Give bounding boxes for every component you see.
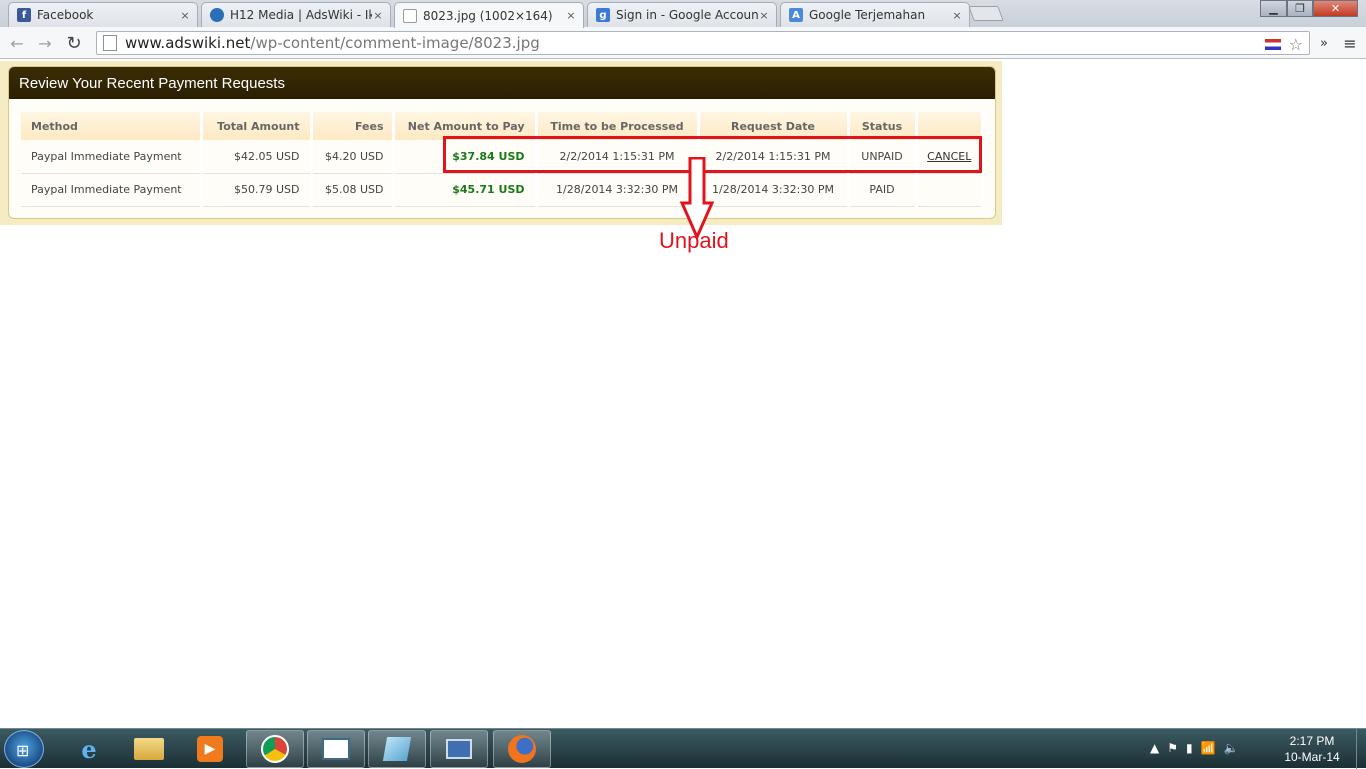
forward-button[interactable]: → — [34, 32, 56, 54]
reload-button[interactable]: ↻ — [63, 32, 85, 54]
column-header: Method — [21, 112, 203, 140]
cell-time-processed: 1/28/2014 3:32:30 PM — [536, 173, 700, 207]
minimize-button[interactable]: ▁ — [1260, 0, 1287, 17]
cell-fees: $5.08 USD — [311, 173, 395, 207]
file-explorer-icon[interactable] — [120, 730, 178, 768]
close-icon[interactable]: × — [951, 9, 963, 22]
tab-google-sign-in[interactable]: g Sign in - Google Accounts × — [587, 2, 777, 27]
notes-app-icon[interactable] — [368, 730, 426, 768]
cell-method: Paypal Immediate Payment — [21, 140, 203, 174]
start-button[interactable]: ⊞ — [4, 730, 44, 768]
volume-icon[interactable]: 🔈 — [1224, 741, 1239, 755]
tab-8023-jpg[interactable]: 8023.jpg (1002×164) × — [394, 2, 584, 28]
cell-total: $50.79 USD — [201, 173, 313, 207]
tab-label: Facebook — [37, 8, 94, 22]
network-signal-icon[interactable]: 📶 — [1201, 741, 1216, 755]
close-icon[interactable]: × — [565, 9, 577, 22]
reload-icon: ↻ — [66, 32, 82, 54]
extensions-overflow-button[interactable]: » — [1313, 32, 1335, 54]
tab-label: 8023.jpg (1002×164) — [423, 8, 553, 23]
windows-taskbar: ⊞ e ▶ ▲ ⚑ ▮ 📶 🔈 2:17 PM 10-Mar-14 — [0, 728, 1366, 769]
tab-label: H12 Media | AdsWiki - Ikla — [230, 8, 372, 22]
windows-logo-icon: ⊞ — [16, 741, 30, 760]
column-header: Fees — [311, 112, 395, 140]
globe-icon — [210, 8, 224, 22]
down-arrow-annotation — [680, 157, 714, 239]
window-app-icon[interactable] — [307, 730, 365, 768]
power-icon[interactable]: ▮ — [1186, 741, 1193, 755]
address-bar[interactable]: www.adswiki.net/wp-content/comment-image… — [96, 31, 1310, 55]
remote-desktop-icon[interactable] — [430, 730, 488, 768]
cell-fees: $4.20 USD — [311, 140, 395, 174]
facebook-icon: f — [17, 8, 31, 22]
cell-action — [916, 173, 984, 207]
page-icon — [103, 35, 117, 51]
url-path: /wp-content/comment-image/8023.jpg — [250, 34, 540, 52]
unpaid-annotation-label: Unpaid — [659, 228, 729, 253]
close-icon[interactable]: × — [758, 9, 770, 22]
chrome-menu-button[interactable]: ≡ — [1339, 32, 1361, 54]
translate-icon: A — [789, 8, 803, 22]
chrome-icon[interactable] — [246, 730, 304, 768]
cell-net-amount: $45.71 USD — [393, 173, 538, 207]
cell-request-date: 1/28/2014 3:32:30 PM — [698, 173, 850, 207]
forward-arrow-icon: → — [38, 33, 52, 53]
show-hidden-icons-icon[interactable]: ▲ — [1150, 741, 1159, 755]
tab-label: Sign in - Google Accounts — [616, 8, 758, 22]
page-icon — [403, 8, 417, 23]
internet-explorer-icon[interactable]: e — [60, 730, 118, 768]
tab-label: Google Terjemahan — [809, 8, 926, 22]
url-host: www.adswiki.net — [125, 34, 251, 52]
maximize-button[interactable]: ❐ — [1287, 0, 1313, 17]
tab-h12-media[interactable]: H12 Media | AdsWiki - Ikla × — [201, 2, 391, 27]
flag-extension-icon[interactable] — [1264, 39, 1281, 50]
firefox-icon[interactable] — [493, 730, 551, 768]
tab-facebook[interactable]: f Facebook × — [8, 2, 198, 27]
close-icon[interactable]: × — [179, 9, 191, 22]
clock-time: 2:17 PM — [1289, 734, 1335, 748]
double-chevron-icon: » — [1320, 35, 1328, 51]
tab-google-terjemahan[interactable]: A Google Terjemahan × — [780, 2, 970, 27]
bookmark-star-icon[interactable]: ☆ — [1289, 35, 1303, 54]
new-tab-button[interactable] — [968, 6, 1004, 21]
table-row: Paypal Immediate Payment $50.79 USD $5.0… — [21, 173, 984, 207]
system-clock[interactable]: 2:17 PM 10-Mar-14 — [1276, 733, 1348, 765]
panel-title: Review Your Recent Payment Requests — [9, 67, 995, 99]
show-desktop-button[interactable] — [1356, 729, 1366, 769]
back-arrow-icon: ← — [10, 33, 24, 53]
cell-method: Paypal Immediate Payment — [21, 173, 203, 207]
cell-total: $42.05 USD — [201, 140, 313, 174]
window-controls: ▁ ❐ ✕ — [1260, 0, 1358, 17]
hamburger-menu-icon: ≡ — [1343, 33, 1357, 53]
back-button[interactable]: ← — [6, 32, 28, 54]
google-icon: g — [596, 8, 610, 22]
column-header: Total Amount — [201, 112, 313, 140]
close-icon[interactable]: × — [372, 9, 384, 22]
browser-toolbar: ← → ↻ www.adswiki.net/wp-content/comment… — [0, 27, 1366, 59]
action-center-flag-icon[interactable]: ⚑ — [1167, 741, 1178, 755]
system-tray: ▲ ⚑ ▮ 📶 🔈 — [1150, 741, 1239, 755]
cell-status: PAID — [848, 173, 918, 207]
clock-date: 10-Mar-14 — [1284, 750, 1340, 764]
close-window-button[interactable]: ✕ — [1313, 0, 1358, 17]
tab-strip: f Facebook × H12 Media | AdsWiki - Ikla … — [0, 0, 1366, 28]
media-player-icon[interactable]: ▶ — [181, 730, 239, 768]
